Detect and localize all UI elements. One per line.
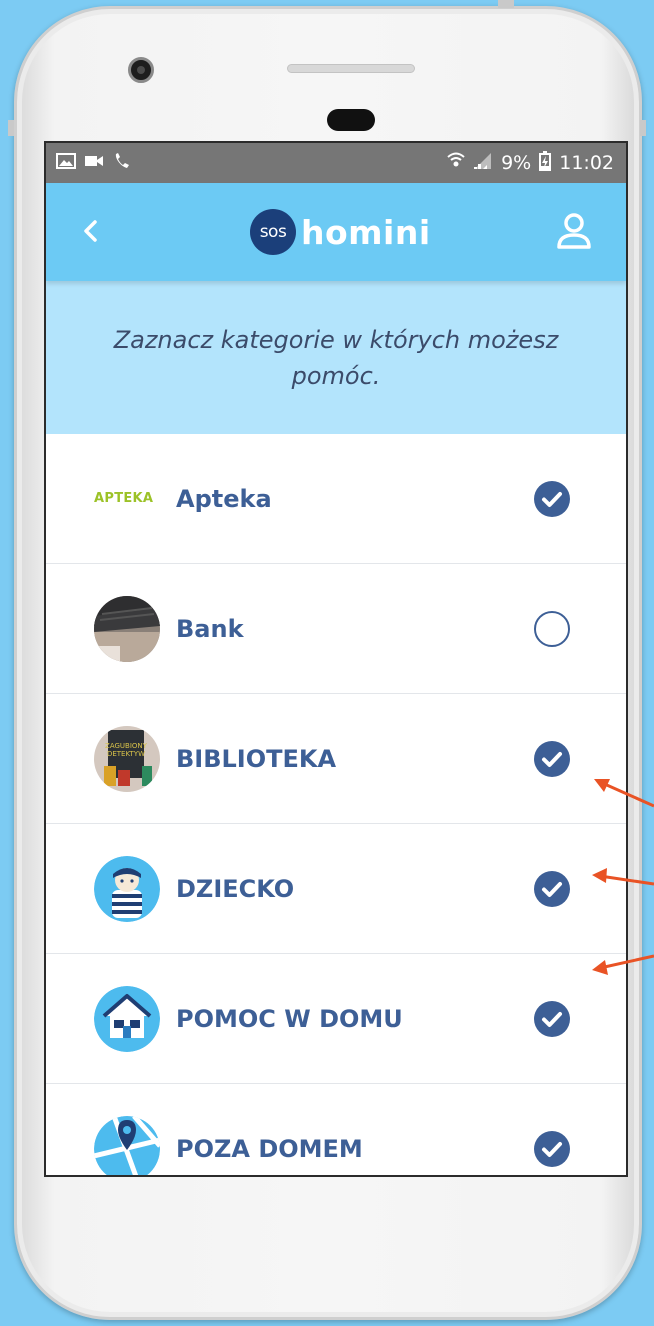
top-button — [498, 0, 514, 8]
category-row-poza-domem[interactable]: POZA DOMEM — [46, 1084, 626, 1175]
earpiece-speaker — [287, 64, 415, 73]
video-icon — [84, 152, 104, 175]
checkbox-checked[interactable] — [534, 1130, 570, 1167]
category-row-pomoc-w-domu[interactable]: POMOC W DOMU — [46, 954, 626, 1084]
app-screen: 9% 11:02 sos homini Zaznacz kategorie w … — [44, 141, 628, 1177]
category-label: POZA DOMEM — [176, 1134, 363, 1163]
check-icon — [542, 881, 562, 897]
check-icon — [542, 491, 562, 507]
app-header: sos homini — [46, 183, 626, 281]
category-label: BIBLIOTEKA — [176, 744, 337, 773]
checkbox-checked[interactable] — [534, 870, 570, 907]
category-label: DZIECKO — [176, 874, 295, 903]
category-row-biblioteka[interactable]: ZAGUBIONY DETEKTYW BIBLIOTEKA — [46, 694, 626, 824]
books-photo-icon: ZAGUBIONY DETEKTYW — [94, 725, 160, 792]
instruction-banner: Zaznacz kategorie w których możesz pomóc… — [46, 281, 626, 434]
clock: 11:02 — [559, 152, 614, 174]
profile-button[interactable] — [554, 209, 594, 253]
app-logo: sos homini — [250, 209, 431, 255]
battery-percent: 9% — [501, 152, 532, 174]
check-icon — [542, 751, 562, 767]
bank-photo-icon — [94, 595, 160, 662]
category-row-dziecko[interactable]: DZIECKO — [46, 824, 626, 954]
front-camera — [128, 57, 154, 83]
chevron-left-icon — [84, 220, 97, 242]
checkbox-unchecked[interactable] — [534, 610, 570, 647]
proximity-sensor — [327, 109, 375, 131]
checkbox-checked[interactable] — [534, 1000, 570, 1037]
battery-charging-icon — [539, 150, 552, 176]
image-icon — [56, 152, 76, 175]
map-pin-icon — [94, 1115, 160, 1175]
checkbox-checked[interactable] — [534, 480, 570, 517]
category-row-apteka[interactable]: APTEKA Apteka — [46, 434, 626, 564]
logo-text: homini — [301, 212, 431, 252]
call-icon — [112, 152, 132, 175]
annotation-arrow-2 — [592, 868, 654, 886]
check-icon — [542, 1011, 562, 1027]
instruction-text: Zaznacz kategorie w których możesz pomóc… — [113, 325, 559, 390]
category-list: APTEKA Apteka Bank ZAGUBIONY DETEKTYW BI… — [46, 434, 626, 1175]
check-icon — [542, 1141, 562, 1157]
side-button-left — [8, 120, 14, 136]
annotation-arrow-3 — [592, 954, 654, 975]
checkbox-checked[interactable] — [534, 740, 570, 777]
category-label: POMOC W DOMU — [176, 1004, 403, 1033]
apteka-logo-icon: APTEKA — [94, 491, 154, 506]
user-icon — [557, 213, 591, 249]
svg-text:ZAGUBIONY: ZAGUBIONY — [105, 742, 148, 750]
category-label: Bank — [176, 614, 244, 643]
annotation-arrow-1 — [594, 779, 654, 808]
logo-badge: sos — [250, 209, 296, 255]
child-icon — [94, 855, 160, 922]
side-button-right — [640, 120, 646, 136]
house-icon — [94, 985, 160, 1052]
wifi-call-icon — [447, 151, 465, 176]
svg-text:DETEKTYW: DETEKTYW — [107, 750, 145, 758]
category-row-bank[interactable]: Bank — [46, 564, 626, 694]
signal-icon — [473, 152, 493, 175]
status-bar: 9% 11:02 — [46, 143, 626, 183]
category-label: Apteka — [176, 484, 272, 513]
back-button[interactable] — [76, 213, 106, 249]
